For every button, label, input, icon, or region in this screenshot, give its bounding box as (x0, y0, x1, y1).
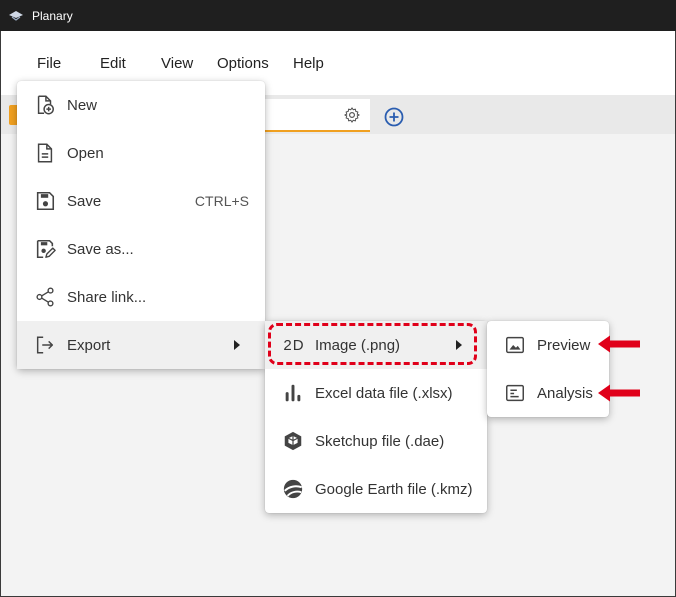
menu-item-sketchup[interactable]: Sketchup file (.dae) (265, 417, 487, 465)
preview-label: Preview (537, 336, 591, 354)
menu-item-save[interactable]: Save CTRL+S (17, 177, 265, 225)
export-label: Export (67, 336, 111, 354)
menu-item-kmz[interactable]: Google Earth file (.kmz) (265, 465, 487, 513)
save-label: Save (67, 192, 102, 210)
menu-view[interactable]: View (161, 55, 193, 72)
menu-options[interactable]: Options (217, 55, 269, 72)
app-logo-icon (9, 10, 23, 21)
title-bar: Planary (0, 0, 676, 31)
sketchup-icon (284, 431, 302, 451)
menu-item-analysis[interactable]: Analysis (487, 369, 609, 417)
menu-help[interactable]: Help (293, 55, 324, 72)
kmz-label: Google Earth file (.kmz) (315, 480, 473, 498)
save-as-label: Save as... (67, 240, 134, 258)
gear-icon[interactable] (343, 106, 361, 124)
add-tab-icon[interactable] (384, 107, 404, 127)
sketchup-label: Sketchup file (.dae) (315, 432, 445, 450)
share-label: Share link... (67, 288, 147, 306)
menu-file[interactable]: File (37, 55, 61, 72)
menu-edit[interactable]: Edit (100, 55, 126, 72)
menu-item-new[interactable]: New (17, 81, 265, 129)
menu-item-preview[interactable]: Preview (487, 321, 609, 369)
annotation-arrow-icon (598, 335, 640, 353)
file-menu: New Open Save CTRL+S Save as... Share li… (17, 81, 265, 369)
menu-item-export[interactable]: Export (17, 321, 265, 369)
menu-item-save-as[interactable]: Save as... (17, 225, 265, 273)
highlight-box (268, 323, 477, 365)
google-earth-icon (283, 479, 303, 499)
open-label: Open (67, 144, 104, 162)
submenu-arrow-icon (234, 340, 240, 350)
document-icon (37, 143, 53, 163)
image-icon (506, 336, 524, 354)
menu-item-excel[interactable]: Excel data file (.xlsx) (265, 369, 487, 417)
annotation-arrow-icon (598, 384, 640, 402)
share-icon (36, 287, 54, 307)
analysis-label: Analysis (537, 384, 593, 402)
window-title: Planary (32, 8, 73, 23)
menu-item-share-link[interactable]: Share link... (17, 273, 265, 321)
save-icon (36, 191, 55, 211)
new-file-icon (37, 95, 54, 115)
bar-chart-icon (285, 384, 301, 402)
image-menu: Preview Analysis (487, 321, 609, 417)
export-icon (36, 336, 54, 354)
excel-label: Excel data file (.xlsx) (315, 384, 453, 402)
analysis-icon (506, 384, 524, 402)
new-label: New (67, 96, 98, 114)
menu-item-open[interactable]: Open (17, 129, 265, 177)
save-as-icon (36, 239, 56, 259)
save-shortcut: CTRL+S (194, 193, 249, 209)
